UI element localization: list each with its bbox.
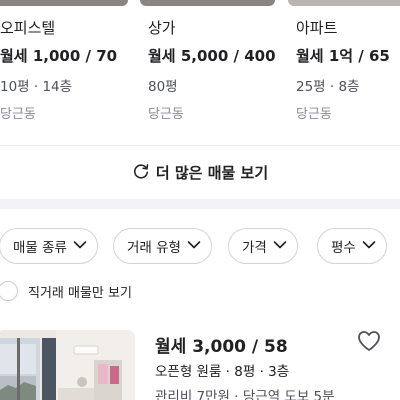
filter-chip-label: 거래 유형 <box>127 240 181 256</box>
chevron-down-icon <box>187 238 201 254</box>
chevron-down-icon <box>73 238 87 254</box>
card-property-type: 오피스텔 <box>0 19 56 37</box>
filter-chip-property-type[interactable]: 매물 종류 <box>0 228 98 264</box>
card-thumbnail <box>0 0 128 6</box>
filter-chip-label: 매물 종류 <box>13 240 67 256</box>
recommended-card[interactable]: 오피스텔 월세 1,000 / 70 10평 · 14층 당근동 <box>0 0 133 145</box>
recommended-card[interactable]: 아파트 월세 1억 / 65 25평 · 8층 당근동 <box>288 0 400 145</box>
card-price: 월세 5,000 / 400 <box>148 47 276 65</box>
filter-chip-label: 가격 <box>242 240 267 256</box>
listing-price: 월세 3,000 / 58 <box>155 337 288 357</box>
chevron-down-icon <box>273 238 287 254</box>
direct-deal-only-checkbox[interactable] <box>0 281 18 301</box>
recommended-card[interactable]: 상가 월세 5,000 / 400 80평 당근동 <box>140 0 280 145</box>
refresh-icon <box>132 162 150 184</box>
direct-deal-only-label: 직거래 매물만 보기 <box>28 285 132 301</box>
recommended-carousel: 오피스텔 월세 1,000 / 70 10평 · 14층 당근동 상가 월세 5… <box>0 0 400 145</box>
listing-meta: 관리비 7만원 · 당근역 도보 5분 <box>155 389 335 400</box>
filter-chip-price[interactable]: 가격 <box>228 228 298 264</box>
card-property-type: 상가 <box>148 19 176 37</box>
card-location: 당근동 <box>148 107 184 122</box>
listing-item[interactable]: 월세 3,000 / 58 오픈형 원룸 · 8평 · 3층 관리비 7만원 ·… <box>0 328 400 400</box>
chevron-down-icon <box>362 238 376 254</box>
filter-chip-label: 평수 <box>331 240 356 256</box>
card-price: 월세 1억 / 65 <box>296 47 390 65</box>
card-property-type: 아파트 <box>296 19 338 37</box>
card-spec: 25평 · 8층 <box>296 79 360 95</box>
card-spec: 10평 · 14층 <box>0 79 73 95</box>
more-listings-label: 더 많은 매물 보기 <box>155 164 269 182</box>
listing-photo <box>0 330 135 400</box>
more-listings-button[interactable]: 더 많은 매물 보기 <box>0 145 400 199</box>
filter-chip-deal-type[interactable]: 거래 유형 <box>113 228 212 264</box>
listing-description: 오픈형 원룸 · 8평 · 3층 <box>155 364 290 380</box>
card-location: 당근동 <box>0 107 36 122</box>
card-price: 월세 1,000 / 70 <box>0 47 118 65</box>
section-divider <box>0 199 400 209</box>
card-thumbnail <box>140 0 275 6</box>
card-location: 당근동 <box>296 107 332 122</box>
filter-chip-area[interactable]: 평수 <box>317 228 387 264</box>
card-thumbnail <box>288 0 400 6</box>
direct-deal-only-toggle[interactable]: 직거래 매물만 보기 <box>0 279 132 303</box>
heart-icon[interactable] <box>357 330 381 352</box>
card-spec: 80평 <box>148 79 178 95</box>
filter-bar: 매물 종류 거래 유형 가격 평수 <box>0 228 400 266</box>
